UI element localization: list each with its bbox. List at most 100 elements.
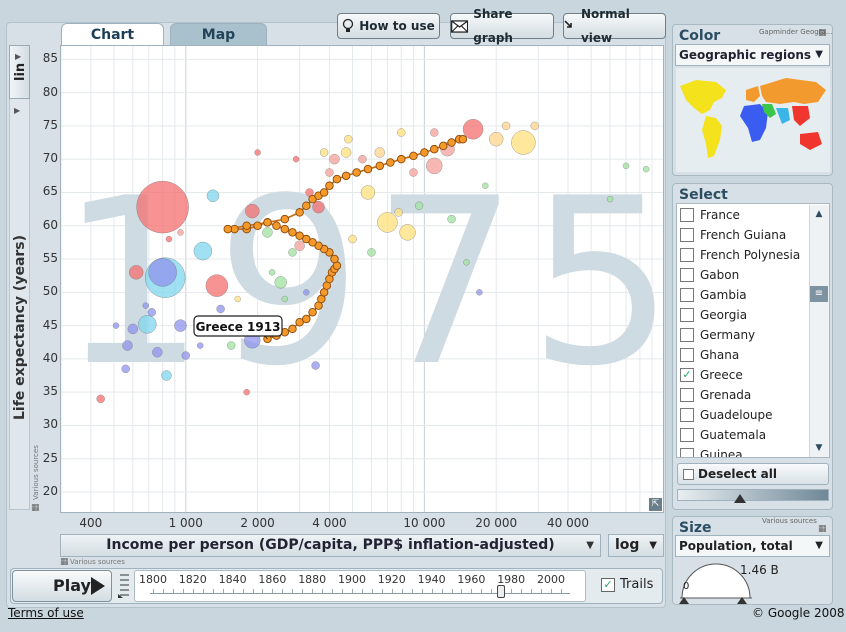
country-checkbox[interactable]: ✓ xyxy=(680,368,694,382)
timeline-year-label: 1880 xyxy=(298,573,327,586)
size-max-label: 1.46 B xyxy=(740,563,779,577)
country-list-item[interactable]: Guatemala xyxy=(680,425,766,445)
country-checkbox[interactable] xyxy=(680,448,694,457)
timeline-year-label: 1940 xyxy=(417,573,446,586)
timeline-tick xyxy=(521,589,523,593)
timeline-tick xyxy=(232,589,234,593)
timeline-tick xyxy=(511,589,513,593)
country-checkbox[interactable] xyxy=(680,408,694,422)
timeline-tick xyxy=(431,589,433,593)
trails-label[interactable]: Trails xyxy=(620,577,653,592)
scroll-up-icon[interactable]: ▲ xyxy=(810,206,828,223)
country-list-item[interactable]: France xyxy=(680,205,740,225)
timeline-tick xyxy=(272,589,274,593)
timeline-tick xyxy=(332,589,334,593)
country-list-item[interactable]: Guadeloupe xyxy=(680,405,773,425)
timeline-tick xyxy=(421,589,423,593)
size-source: Various sources xyxy=(762,517,817,525)
country-checkbox[interactable] xyxy=(680,328,694,342)
country-list-item[interactable]: French Polynesia xyxy=(680,245,800,265)
country-list-item[interactable]: Ghana xyxy=(680,345,739,365)
timeline-handle[interactable] xyxy=(497,585,505,598)
grid-icon[interactable]: ▦ xyxy=(60,557,69,567)
timeline-year-label: 1800 xyxy=(139,573,167,586)
x-axis-title: Income per person (GDP/capita, PPP$ infl… xyxy=(106,537,555,553)
country-list-item[interactable]: Germany xyxy=(680,325,755,345)
country-checkbox[interactable] xyxy=(680,248,694,262)
x-tick-label: 40 000 xyxy=(547,516,590,530)
timeline-tick xyxy=(411,589,413,593)
speed-slider-icon[interactable] xyxy=(118,572,130,600)
scroll-thumb[interactable]: ≡ xyxy=(810,286,828,302)
x-tick-label: 10 000 xyxy=(403,516,446,530)
country-label: Greece xyxy=(700,368,743,382)
timeline-tick xyxy=(471,589,473,593)
expand-icon[interactable]: ⇱ xyxy=(649,498,662,511)
timeline-tick xyxy=(262,589,264,593)
timeline-tick xyxy=(461,589,463,593)
timeline-tick xyxy=(162,589,164,593)
trails-checkbox[interactable]: ✓ xyxy=(601,578,615,592)
timeline-year-label: 1960 xyxy=(457,573,486,586)
copyright-text: © Google 2008 xyxy=(752,606,845,620)
timeline-tick xyxy=(222,589,224,593)
size-indicator-select[interactable]: Population, total ▼ xyxy=(675,535,830,557)
grid-icon[interactable]: ▦ xyxy=(818,524,827,534)
timeline-track[interactable] xyxy=(150,593,570,594)
size-selected-value: Population, total xyxy=(679,539,793,553)
timeline-tick xyxy=(192,589,194,593)
x-tick-label: 1 000 xyxy=(168,516,203,530)
country-checkbox[interactable] xyxy=(680,208,694,222)
deselect-checkbox-icon xyxy=(683,468,694,480)
country-list-item[interactable]: ✓ Greece xyxy=(680,365,743,385)
country-label: Georgia xyxy=(700,308,748,322)
timeline-tick xyxy=(252,589,254,593)
country-list-item[interactable]: Gambia xyxy=(680,285,747,305)
country-checkbox[interactable] xyxy=(680,268,694,282)
timeline-tick xyxy=(361,589,363,593)
x-scale-label: log xyxy=(615,537,640,553)
x-axis-indicator-select[interactable]: Income per person (GDP/capita, PPP$ infl… xyxy=(60,534,601,557)
x-scale-select[interactable]: log ▼ xyxy=(608,534,664,557)
country-list-item[interactable]: Georgia xyxy=(680,305,747,325)
country-checkbox[interactable] xyxy=(680,308,694,322)
country-checkbox[interactable] xyxy=(680,228,694,242)
terms-of-use-link[interactable]: Terms of use xyxy=(8,606,84,620)
opacity-handle[interactable] xyxy=(734,494,746,503)
country-list-item[interactable]: French Guiana xyxy=(680,225,786,245)
timeline-tick xyxy=(242,589,244,593)
country-checkbox[interactable] xyxy=(680,388,694,402)
country-list-item[interactable]: Grenada xyxy=(680,385,751,405)
timeline-tick xyxy=(212,589,214,593)
country-checkbox[interactable] xyxy=(680,428,694,442)
grid-icon[interactable]: ▦ xyxy=(31,503,40,513)
timeline-year-label: 2000 xyxy=(537,573,565,586)
timeline-tick xyxy=(371,589,373,593)
opacity-slider[interactable] xyxy=(677,489,829,501)
country-checkbox[interactable] xyxy=(680,348,694,362)
country-list-scrollbar[interactable] xyxy=(809,205,829,457)
timeline-tick xyxy=(342,589,344,593)
country-list-item[interactable]: Gabon xyxy=(680,265,739,285)
country-checkbox[interactable] xyxy=(680,288,694,302)
deselect-all-button[interactable]: Deselect all xyxy=(677,463,829,485)
deselect-all-label: Deselect all xyxy=(698,467,777,481)
timeline-tick xyxy=(560,589,562,593)
timeline-tick xyxy=(381,589,383,593)
timeline-tick xyxy=(202,589,204,593)
timeline-year-label: 1920 xyxy=(377,573,406,586)
scroll-down-icon[interactable]: ▼ xyxy=(810,440,828,457)
country-label: Gambia xyxy=(700,288,747,302)
x-tick-label: 2 000 xyxy=(240,516,275,530)
timeline-tick xyxy=(451,589,453,593)
play-label: Play xyxy=(53,576,91,595)
timeline-tick xyxy=(172,589,174,593)
chevron-down-icon: ▼ xyxy=(649,540,657,551)
timeline-tick xyxy=(352,589,353,593)
x-axis-sources: Various sources xyxy=(70,558,125,566)
y-tick-label: 20 xyxy=(42,484,58,499)
timeline-tick xyxy=(441,589,443,593)
country-label: French Polynesia xyxy=(700,248,801,262)
timeline-tick xyxy=(481,589,483,593)
country-list-item[interactable]: Guinea xyxy=(680,445,743,457)
